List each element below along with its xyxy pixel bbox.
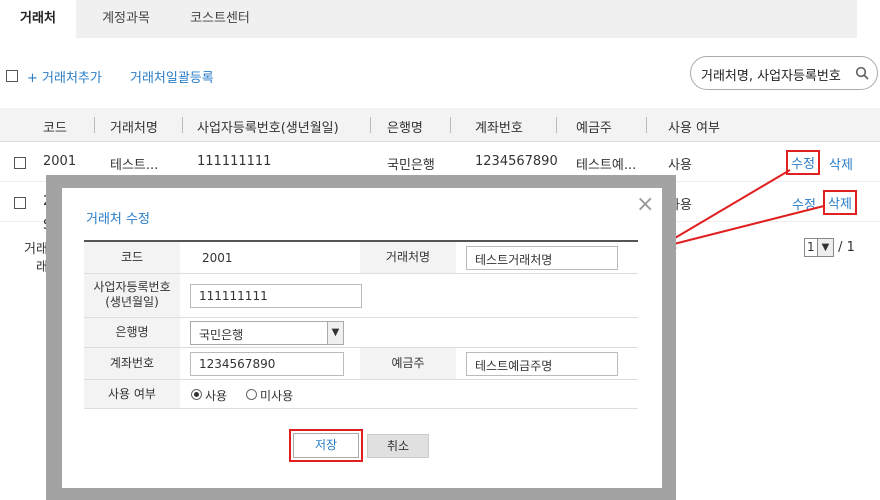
chevron-down-icon: ▼ [817,239,833,256]
pagination: 1 ▼ / 1 [804,238,855,257]
search-icon[interactable] [855,66,869,80]
form-row: 계좌번호 1234567890 예금주 테스트예금주명 [84,348,638,380]
dialog-title: 거래처 수정 [86,212,150,227]
owner-input[interactable]: 테스트예금주명 [466,352,618,376]
code-label: 코드 [84,242,180,273]
col-divider [556,117,557,133]
use-no-label: 미사용 [260,389,294,403]
col-divider [370,117,371,133]
row-checkbox[interactable] [14,197,26,209]
col-use: 사용 여부 [668,121,720,136]
edit-client-dialog: 거래처 수정 × 코드 2001 거래처명 테스트거래처명 사업자등록번호 (생… [62,188,662,488]
tab-cost-center[interactable]: 코스트센터 [178,0,262,38]
page-select[interactable]: 1 ▼ [804,238,834,257]
save-button-highlight: 저장 [289,429,363,462]
col-account: 계좌번호 [475,121,523,136]
owner-label: 예금주 [360,348,456,379]
col-owner: 예금주 [576,121,612,136]
use-yes-label: 사용 [205,389,228,403]
row-checkbox[interactable] [14,157,26,169]
bank-label: 은행명 [84,318,180,347]
bank-select[interactable]: 국민은행 ▼ [190,321,344,345]
bank-selected: 국민은행 [199,328,244,342]
chevron-down-icon: ▼ [327,322,343,344]
bizno-label: 사업자등록번호 (생년월일) [84,274,180,317]
search-input[interactable]: 거래처명, 사업자등록번호 [690,56,878,90]
form-row: 사업자등록번호 (생년월일) 111111111 [84,274,638,318]
col-divider [450,117,451,133]
col-name: 거래처명 [110,121,158,136]
tab-accounts[interactable]: 거래처 [0,0,76,38]
tab-bar: 거래처 계정과목 코스트센터 [0,0,857,38]
bulk-register-button[interactable]: 거래처일괄등록 [130,67,214,86]
form-row: 사용 여부 사용 미사용 [84,380,638,409]
row-bizno: 111111111 [197,154,272,169]
code-value: 2001 [202,251,233,265]
delete-button[interactable]: 삭제 [823,190,857,215]
page-total: / 1 [838,240,855,255]
table-header: 코드 거래처명 사업자등록번호(생년월일) 은행명 계좌번호 예금주 사용 여부 [0,108,880,142]
use-no-radio[interactable] [246,389,257,400]
edit-button[interactable]: 수정 [792,194,816,213]
cancel-button[interactable]: 취소 [367,434,429,458]
col-divider [646,117,647,133]
row-use: 사용 [668,158,692,173]
row-bank: 국민은행 [387,158,435,173]
row-code: 2001 [43,154,77,169]
row-owner: 테스트예... [576,158,637,173]
search-placeholder: 거래처명, 사업자등록번호 [701,69,841,84]
footer-text: 거래 [24,242,48,257]
row-account: 1234567890 [475,154,558,169]
tab-account-items[interactable]: 계정과목 [88,0,164,38]
col-divider [182,117,183,133]
row-name: 테스트... [110,158,159,173]
col-code: 코드 [43,121,67,136]
delete-button[interactable]: 삭제 [829,154,853,173]
close-icon[interactable]: × [636,194,654,216]
page-current: 1 [807,240,815,254]
select-all-checkbox[interactable] [6,70,18,82]
save-button[interactable]: 저장 [293,433,359,458]
use-yes-radio[interactable] [191,389,202,400]
edit-button[interactable]: 수정 [786,150,820,175]
bizno-input[interactable]: 111111111 [190,284,362,308]
col-bank: 은행명 [387,121,423,136]
add-client-button[interactable]: + 거래처추가 [27,67,102,86]
use-label: 사용 여부 [84,380,180,408]
account-input[interactable]: 1234567890 [190,352,344,376]
account-label: 계좌번호 [84,348,180,379]
form-row: 코드 2001 거래처명 테스트거래처명 [84,242,638,274]
col-bizno: 사업자등록번호(생년월일) [197,121,339,136]
col-divider [94,117,95,133]
name-label: 거래처명 [360,242,456,273]
client-name-input[interactable]: 테스트거래처명 [466,246,618,270]
form-row: 은행명 국민은행 ▼ [84,318,638,348]
